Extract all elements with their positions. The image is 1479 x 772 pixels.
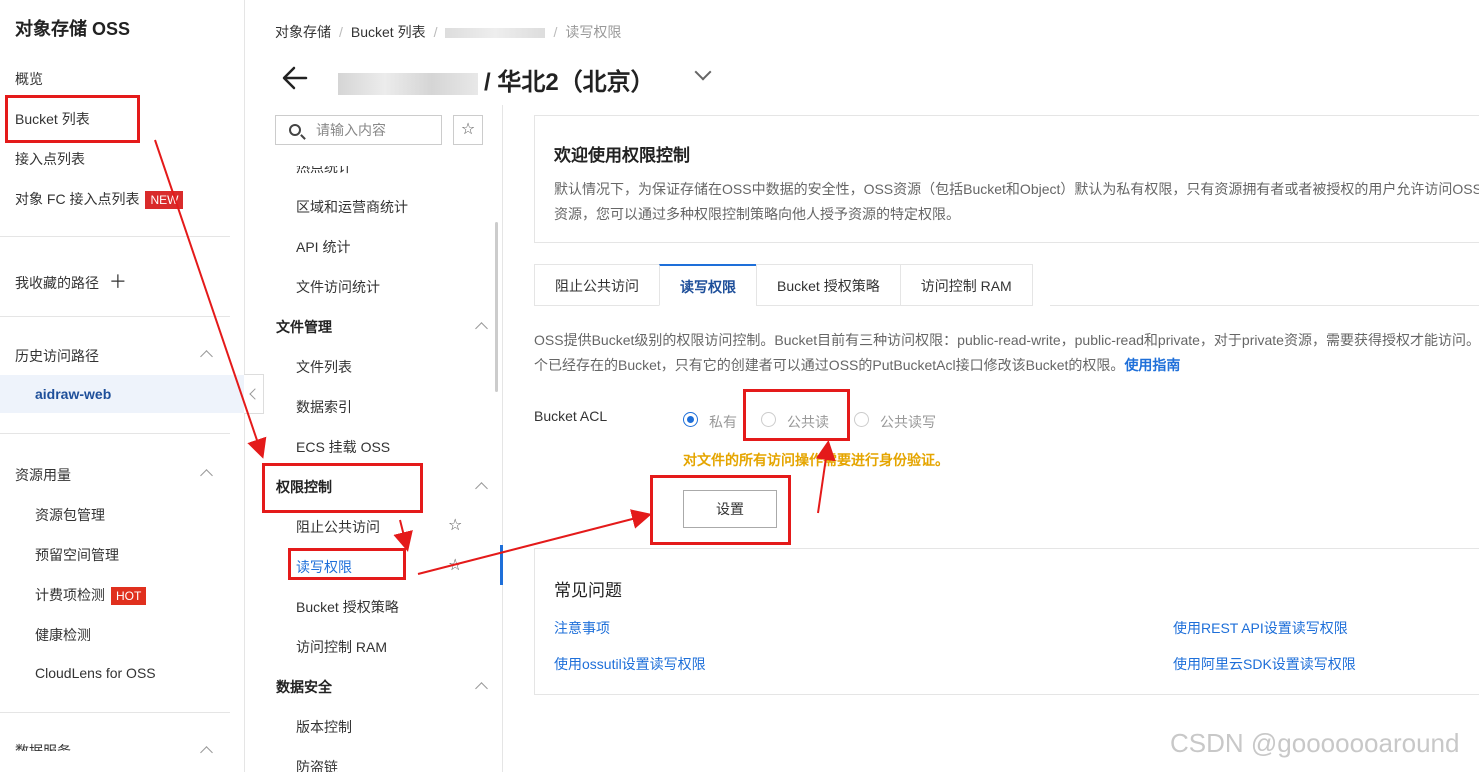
- acl-description-text: OSS提供Bucket级别的权限访问控制。Bucket目前有三种访问权限：pub…: [534, 332, 1479, 373]
- bucket-name-blurred: [338, 72, 478, 95]
- breadcrumb-bucket-list[interactable]: Bucket 列表: [351, 24, 426, 40]
- annotation-box-set-button: [650, 475, 791, 545]
- sidebar-item-overview[interactable]: 概览: [15, 69, 43, 89]
- tab-rw-permission[interactable]: 读写权限: [659, 264, 756, 306]
- nav2-item-block-public[interactable]: 阻止公共访问: [296, 517, 380, 537]
- history-item-selected[interactable]: aidraw-web: [0, 375, 244, 413]
- new-badge: NEW: [145, 191, 184, 209]
- sidebar-section-resource-usage[interactable]: 资源用量: [15, 465, 71, 485]
- breadcrumb: 对象存储 / Bucket 列表 / / 读写权限: [275, 24, 622, 40]
- nav2-item-bucket-policy[interactable]: Bucket 授权策略: [296, 597, 399, 617]
- sidebar-item-label: 计费项检测: [35, 587, 105, 603]
- back-arrow-icon[interactable]: [280, 63, 310, 93]
- sidebar-item-resource-pack[interactable]: 资源包管理: [35, 505, 105, 525]
- permission-tabs: 阻止公共访问 读写权限 Bucket 授权策略 访问控制 RAM: [534, 264, 1033, 306]
- annotation-box-access-control: [262, 463, 423, 513]
- faq-card: 常见问题 注意事项 使用REST API设置读写权限 使用ossutil设置读写…: [534, 548, 1479, 695]
- history-item-label: aidraw-web: [35, 386, 112, 402]
- search-icon: [289, 124, 301, 136]
- welcome-heading: 欢迎使用权限控制: [554, 146, 690, 165]
- sidebar-item-health-check[interactable]: 健康检测: [35, 625, 91, 645]
- divider: [0, 236, 230, 237]
- nav2-item-region-stats[interactable]: 区域和运营商统计: [296, 197, 408, 217]
- sidebar-item-favorites[interactable]: 我收藏的路径 ＋: [15, 268, 127, 294]
- faq-link-ossutil[interactable]: 使用ossutil设置读写权限: [554, 654, 706, 674]
- chevron-up-icon[interactable]: [200, 469, 213, 482]
- faq-link-rest-api[interactable]: 使用REST API设置读写权限: [1173, 618, 1348, 638]
- page-title: / 华北2（北京）: [338, 62, 655, 97]
- sidebar-item-billing-check[interactable]: 计费项检测 HOT: [35, 585, 147, 605]
- annotation-box-rw-permission: [288, 548, 406, 580]
- nav2-item-file-list[interactable]: 文件列表: [296, 357, 352, 377]
- nav2-section-data-security[interactable]: 数据安全: [276, 677, 332, 697]
- usage-guide-link[interactable]: 使用指南: [1124, 357, 1180, 373]
- nav2-item-api-stats[interactable]: API 统计: [296, 237, 350, 257]
- sidebar-item-label: 我收藏的路径: [15, 275, 99, 291]
- nav-search-input[interactable]: [316, 119, 436, 141]
- hot-badge: HOT: [111, 587, 147, 605]
- nav2-item-hotlink[interactable]: 防盗链: [296, 757, 338, 772]
- nav2-item-data-index[interactable]: 数据索引: [296, 397, 352, 417]
- nav2-item-ram[interactable]: 访问控制 RAM: [296, 637, 387, 657]
- annotation-box-public-read: [743, 389, 850, 441]
- radio-public-read-write[interactable]: [854, 412, 869, 427]
- star-icon[interactable]: ☆: [448, 515, 462, 535]
- nav2-item-file-access-stats[interactable]: 文件访问统计: [296, 277, 380, 297]
- nav-search: [275, 115, 442, 145]
- watermark: CSDN @gooooooaround: [1170, 728, 1460, 758]
- sidebar-item-fc-access-points[interactable]: 对象 FC 接入点列表 NEW: [15, 189, 184, 209]
- faq-heading: 常见问题: [554, 581, 622, 600]
- divider: [0, 433, 230, 434]
- tab-bucket-policy[interactable]: Bucket 授权策略: [756, 264, 900, 306]
- tabs-divider: [1050, 305, 1479, 306]
- nav2-section-file-mgmt[interactable]: 文件管理: [276, 317, 332, 337]
- nav2-item-versioning[interactable]: 版本控制: [296, 717, 352, 737]
- sidebar-item-access-points[interactable]: 接入点列表: [15, 149, 85, 169]
- chevron-down-icon[interactable]: [694, 63, 712, 81]
- chevron-up-icon[interactable]: [200, 746, 213, 759]
- region-label: / 华北2（北京）: [484, 69, 655, 96]
- active-indicator: [500, 545, 503, 585]
- sidebar-section-history[interactable]: 历史访问路径: [15, 346, 99, 366]
- welcome-text: 默认情况下，为保证存储在OSS中数据的安全性，OSS资源（包括Bucket和Ob…: [554, 181, 1479, 222]
- sidebar-item-reserved-space[interactable]: 预留空间管理: [35, 545, 119, 565]
- radio-private[interactable]: [683, 412, 698, 427]
- faq-link-sdk[interactable]: 使用阿里云SDK设置读写权限: [1173, 654, 1356, 674]
- acl-warning: 对文件的所有访问操作需要进行身份验证。: [683, 452, 949, 468]
- favorite-star-button[interactable]: ☆: [453, 115, 483, 145]
- nav-scrollbar[interactable]: [495, 222, 498, 392]
- acl-description: OSS提供Bucket级别的权限访问控制。Bucket目前有三种访问权限：pub…: [534, 328, 1479, 378]
- divider: [0, 712, 230, 713]
- annotation-box-bucket-list: [5, 95, 140, 143]
- brand-title: 对象存储 OSS: [15, 19, 131, 39]
- radio-public-read-write-label: 公共读写: [880, 414, 936, 430]
- breadcrumb-current: 读写权限: [565, 24, 622, 40]
- breadcrumb-bucket-name-blurred[interactable]: [445, 28, 546, 39]
- breadcrumb-oss[interactable]: 对象存储: [275, 24, 331, 40]
- faq-link-notes[interactable]: 注意事项: [554, 618, 610, 638]
- add-favorite-icon[interactable]: ＋: [109, 272, 127, 292]
- radio-private-label: 私有: [709, 414, 737, 430]
- tab-block-public[interactable]: 阻止公共访问: [534, 264, 659, 306]
- acl-label: Bucket ACL: [534, 408, 608, 424]
- sidebar-section-data-service[interactable]: 数据服务: [15, 741, 71, 751]
- divider: [0, 316, 230, 317]
- welcome-card: 欢迎使用权限控制 默认情况下，为保证存储在OSS中数据的安全性，OSS资源（包括…: [534, 115, 1479, 243]
- sidebar-item-cloudlens[interactable]: CloudLens for OSS: [35, 665, 156, 681]
- chevron-up-icon[interactable]: [200, 350, 213, 363]
- star-icon[interactable]: ☆: [448, 555, 462, 575]
- sidebar-item-label: 对象 FC 接入点列表: [15, 191, 140, 207]
- nav2-item-ecs-mount[interactable]: ECS 挂载 OSS: [296, 437, 390, 457]
- tab-ram[interactable]: 访问控制 RAM: [899, 264, 1033, 306]
